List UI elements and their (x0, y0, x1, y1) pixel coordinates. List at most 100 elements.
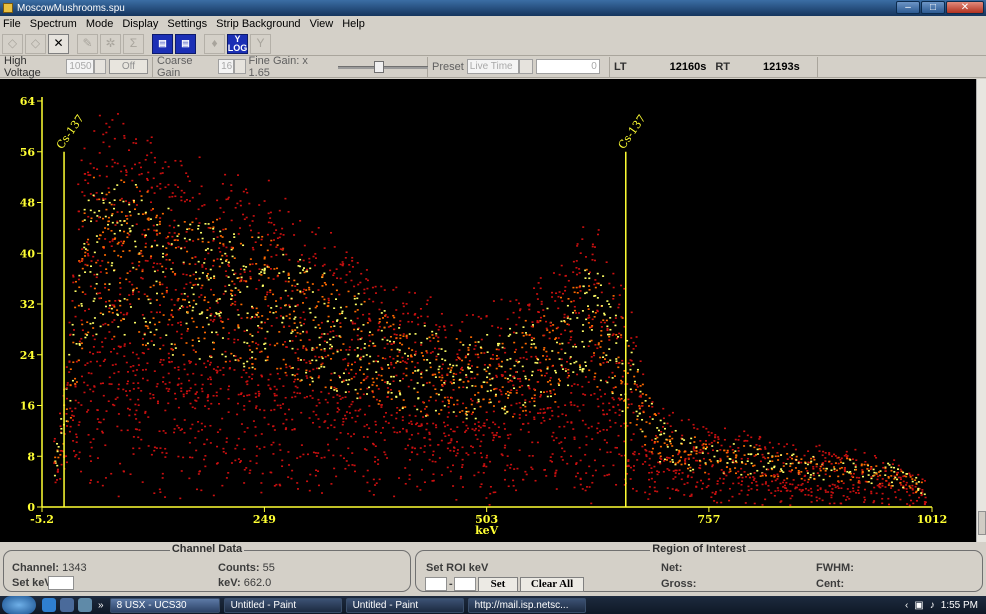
spectrum-dot (350, 279, 353, 282)
task-paint-1[interactable]: Untitled - Paint (223, 597, 342, 613)
marker-icon[interactable]: ✎ (77, 33, 98, 54)
spectrum-dot (419, 447, 422, 449)
cent-label: Cent: (816, 578, 845, 590)
menu-mode[interactable]: Mode (86, 18, 114, 30)
spectrum-dot (258, 408, 261, 411)
spectrum-dot (354, 470, 357, 473)
coarse-gain-field[interactable]: 16 (218, 59, 235, 74)
spectrum-dot (636, 386, 639, 388)
spectrum-dot (378, 325, 381, 328)
spectrum-dot (444, 359, 447, 362)
spectrum-dot (783, 445, 786, 448)
menu-help[interactable]: Help (342, 18, 365, 30)
network-icon[interactable]: ▣ (914, 600, 923, 611)
spectrum-dot (425, 303, 428, 306)
spectrum-dot (527, 422, 530, 425)
spectrum-dot (171, 271, 174, 273)
clock[interactable]: 1:55 PM (941, 600, 978, 611)
roi-end-field[interactable] (454, 577, 476, 591)
menu-strip-background[interactable]: Strip Background (216, 18, 300, 30)
spectrum-dot (584, 453, 587, 456)
sigma-icon[interactable]: Σ (123, 33, 144, 54)
vertical-scrollbar[interactable] (976, 79, 986, 542)
off-button[interactable]: Off (108, 59, 148, 74)
page-a-icon[interactable]: ▤ (152, 33, 173, 54)
quicklaunch-more-icon[interactable]: » (98, 600, 104, 611)
volume-icon[interactable]: ♪ (930, 600, 935, 611)
spectrum-dot (104, 305, 107, 308)
set-kev-field[interactable] (48, 576, 74, 590)
explorer-quicklaunch-icon[interactable] (78, 598, 92, 612)
spectrum-plot[interactable]: 0 8 16 24 32 40 48 56 64 -5.2 249 503 757 1012 keV Cs-1… (0, 79, 976, 542)
fine-gain-slider[interactable] (338, 60, 429, 73)
spectrum-dot (356, 328, 359, 331)
spectrum-dot (453, 430, 456, 433)
spectrum-dot (596, 272, 599, 275)
spectrum-dot (128, 203, 131, 206)
spectrum-dot (258, 272, 261, 275)
ie-quicklaunch-icon[interactable] (42, 598, 56, 612)
clear-all-button[interactable]: Clear All (520, 577, 584, 592)
spectrum-dot (98, 210, 101, 212)
menu-display[interactable]: Display (122, 18, 158, 30)
close-button[interactable]: ✕ (946, 1, 984, 14)
task-browser[interactable]: http://mail.isp.netsc... (467, 597, 586, 613)
bell-icon[interactable]: ♦ (204, 33, 225, 54)
y-log-icon[interactable]: Y LOG (227, 33, 248, 54)
spectrum-dot (174, 195, 177, 198)
start-button[interactable] (2, 596, 36, 614)
spectrum-dot (713, 440, 716, 442)
spectrum-dot (162, 359, 165, 361)
high-voltage-field[interactable]: 1050 (66, 59, 95, 74)
spectrum-dot (750, 482, 753, 484)
menu-view[interactable]: View (310, 18, 334, 30)
set-button[interactable]: Set (478, 577, 518, 592)
spectrum-dot (714, 436, 717, 439)
scrollbar-thumb[interactable] (978, 511, 986, 535)
close-x-icon[interactable]: ✕ (48, 33, 69, 54)
diamond-icon[interactable]: ◇ (2, 33, 23, 54)
spectrum-dot (137, 404, 140, 407)
spectrum-dot (864, 460, 867, 463)
spectrum-dot (572, 311, 575, 314)
fine-gain-thumb[interactable] (374, 60, 385, 73)
task-paint-2[interactable]: Untitled - Paint (345, 597, 464, 613)
preset-mode-select[interactable]: Live Time (466, 59, 519, 74)
diamond-outline-icon[interactable]: ◇ (25, 33, 46, 54)
minimize-button[interactable]: – (896, 1, 920, 14)
spectrum-dot (84, 173, 87, 175)
spectrum-dot (129, 214, 132, 217)
coarse-gain-spinner[interactable] (234, 59, 246, 74)
spectrum-dot (905, 484, 908, 486)
spectrum-dot (225, 437, 228, 440)
spectrum-dot (110, 383, 113, 385)
menu-settings[interactable]: Settings (167, 18, 207, 30)
spectrum-dot (504, 444, 507, 447)
spectrum-dot (863, 463, 866, 466)
spectrum-dot (333, 272, 336, 275)
preset-dropdown-arrow[interactable] (518, 59, 533, 74)
roi-start-field[interactable] (425, 577, 447, 591)
spectrum-dot (377, 463, 380, 465)
spectrum-dot (150, 340, 153, 342)
desktop-quicklaunch-icon[interactable] (60, 598, 74, 612)
tray-expand-icon[interactable]: ‹ (905, 600, 908, 611)
spectrum-dot (240, 376, 243, 379)
gear-icon[interactable]: ✲ (100, 33, 121, 54)
spectrum-dot (87, 199, 90, 202)
menu-spectrum[interactable]: Spectrum (30, 18, 77, 30)
task-usx[interactable]: 8 USX - UCS30 (109, 597, 220, 613)
spectrum-dot (344, 257, 347, 259)
y-lin-icon[interactable]: Y (250, 33, 271, 54)
page-b-icon[interactable]: ▤ (175, 33, 196, 54)
preset-value-field[interactable]: 0 (535, 59, 600, 74)
menu-file[interactable]: File (3, 18, 21, 30)
spectrum-dot (98, 351, 101, 354)
spectrum-dot (95, 220, 98, 222)
spectrum-dot (849, 459, 852, 461)
spectrum-dot (182, 393, 185, 396)
maximize-button[interactable]: □ (921, 1, 945, 14)
spectrum-dot (728, 499, 731, 502)
high-voltage-spinner[interactable] (94, 59, 106, 74)
spectrum-dot (555, 437, 558, 439)
